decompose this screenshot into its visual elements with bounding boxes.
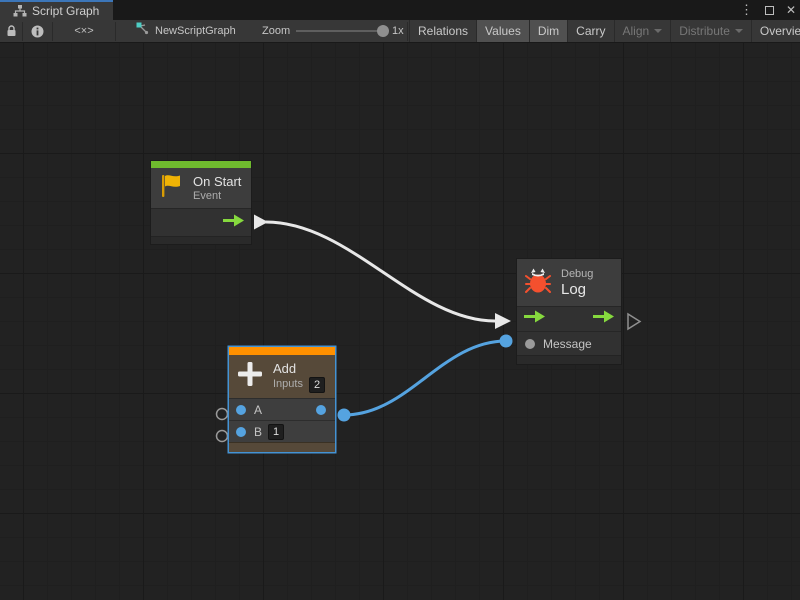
maximize-icon[interactable] [765,6,774,15]
node-footer [151,236,251,244]
graph-canvas[interactable]: On Start Event [0,43,800,600]
toolbar-separator [407,22,408,41]
node-on-start[interactable]: On Start Event [150,160,252,245]
unconnected-port-b-circle[interactable] [217,431,228,442]
flow-output-port[interactable] [593,310,614,328]
title-bar: Script Graph ⋮ ✕ [0,0,800,20]
graph-reference-button[interactable]: NewScriptGraph [136,20,236,42]
inputs-label: Inputs [273,378,303,391]
button-label: Dim [538,24,559,38]
window-controls: ⋮ ✕ [738,0,798,20]
wires-layer [0,43,800,600]
node-category: Debug [561,267,593,281]
flow-wire-start-arrow [254,215,268,230]
view-buttons-group: Relations Values Dim Carry Align Distrib… [409,20,800,42]
flow-row [517,306,621,331]
script-graph-icon [13,5,27,17]
graph-asset-icon [136,22,149,40]
kebab-menu-icon[interactable]: ⋮ [738,0,755,20]
node-add[interactable]: Add Inputs 2 A B 1 [229,347,335,452]
flow-wire[interactable] [266,222,495,321]
dim-button[interactable]: Dim [529,20,567,42]
align-dropdown[interactable]: Align [614,20,671,42]
code-icon: <×> [74,25,93,37]
node-accent-strip [229,347,335,355]
code-view-button[interactable]: <×> [53,20,115,42]
node-accent-strip [151,161,251,168]
script-graph-window: Script Graph ⋮ ✕ [0,0,800,600]
node-header: On Start Event [151,168,251,208]
node-subtitle: Event [193,190,241,203]
port-label: A [254,403,262,417]
flow-input-port[interactable] [524,310,545,328]
sum-output-port[interactable] [316,405,326,415]
flow-wire-end-arrow [495,313,511,329]
node-footer [517,355,621,364]
values-button[interactable]: Values [476,20,529,42]
graph-name: NewScriptGraph [155,25,236,37]
close-icon[interactable]: ✕ [784,0,798,20]
port-label: Message [543,337,592,351]
relations-button[interactable]: Relations [409,20,476,42]
info-button[interactable] [23,20,51,42]
zoom-slider[interactable] [296,30,384,32]
overview-button[interactable]: Overview [751,20,800,42]
value-wire[interactable] [344,341,506,415]
value-wire-start-dot [338,409,351,422]
tab-title: Script Graph [32,4,99,18]
tab-script-graph[interactable]: Script Graph [0,0,113,20]
message-input-row: Message [517,331,621,355]
flow-output-port[interactable] [223,214,244,232]
plus-icon [237,361,263,392]
unconnected-port-a-circle[interactable] [217,409,228,420]
carry-button[interactable]: Carry [567,20,613,42]
button-label: Overview [760,24,800,38]
inputs-count-field[interactable]: 2 [309,377,325,393]
button-label: Carry [576,24,605,38]
message-input-port[interactable] [525,339,535,349]
port-label: B [254,425,262,439]
info-icon [31,25,44,38]
chevron-down-icon [735,29,743,33]
value-wire-end-dot [500,335,513,348]
port-a-input[interactable] [236,405,246,415]
port-b-input[interactable] [236,427,246,437]
port-b-value-field[interactable]: 1 [268,424,284,440]
flow-output-row [151,208,251,236]
zoom-slider-handle[interactable] [377,25,389,37]
node-header: Debug Log [517,259,621,306]
distribute-dropdown[interactable]: Distribute [670,20,751,42]
bug-icon [525,266,551,299]
button-label: Values [485,24,521,38]
port-a-row: A [229,398,335,420]
flag-icon [159,173,183,204]
button-label: Align [623,24,650,38]
node-title: On Start [193,174,241,190]
port-b-row: B 1 [229,420,335,442]
button-label: Distribute [679,24,730,38]
unconnected-flow-output-triangle[interactable] [628,314,640,329]
button-label: Relations [418,24,468,38]
toolbar: <×> NewScriptGraph Zoom 1x Relations Val… [0,20,800,43]
node-title: Add [273,361,325,377]
node-header: Add Inputs 2 [229,355,335,398]
node-title: Log [561,281,593,299]
toolbar-separator [115,22,116,41]
zoom-value: 1x [392,20,404,42]
zoom-label: Zoom [262,20,290,42]
node-debug-log[interactable]: Debug Log [516,258,622,365]
lock-icon [6,25,17,37]
lock-button[interactable] [0,20,22,42]
node-footer [229,442,335,452]
chevron-down-icon [654,29,662,33]
